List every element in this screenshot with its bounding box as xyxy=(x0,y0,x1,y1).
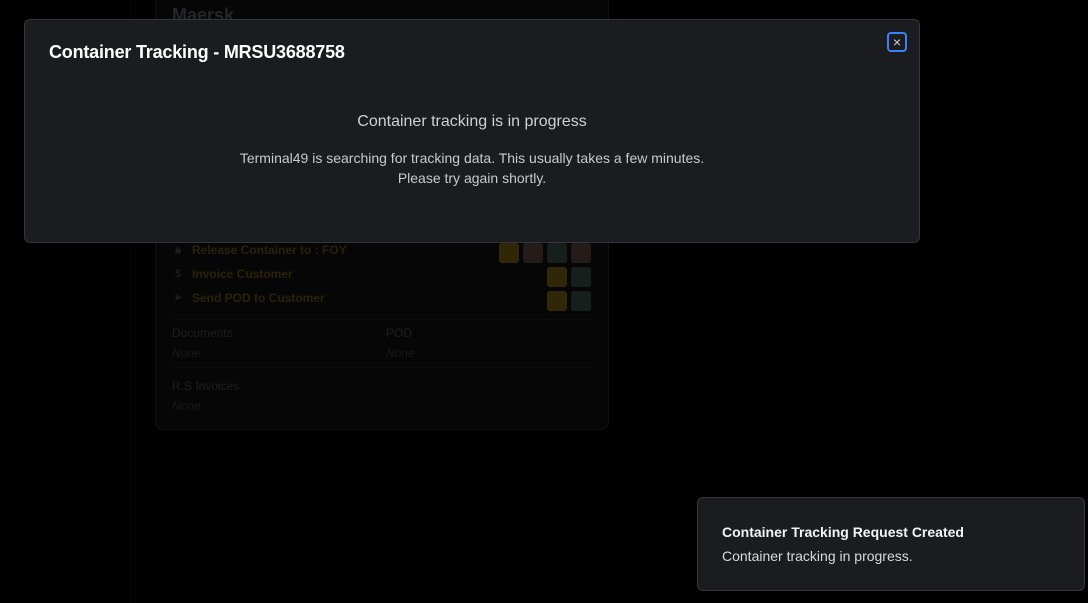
status-line-1: Terminal49 is searching for tracking dat… xyxy=(239,150,705,166)
toast-message: Container tracking in progress. xyxy=(722,548,913,564)
toast-notification[interactable]: Container Tracking Request Created Conta… xyxy=(697,497,1085,591)
status-line-2: Please try again shortly. xyxy=(397,170,547,186)
status-description: Terminal49 is searching for tracking dat… xyxy=(25,148,919,188)
close-button[interactable]: × xyxy=(887,32,907,52)
close-icon: × xyxy=(892,34,902,50)
dialog-title: Container Tracking - MRSU3688758 xyxy=(49,42,345,62)
container-tracking-dialog: Container Tracking - MRSU3688758 × Conta… xyxy=(24,19,920,243)
toast-title: Container Tracking Request Created xyxy=(722,524,964,540)
status-heading: Container tracking is in progress xyxy=(357,113,587,130)
